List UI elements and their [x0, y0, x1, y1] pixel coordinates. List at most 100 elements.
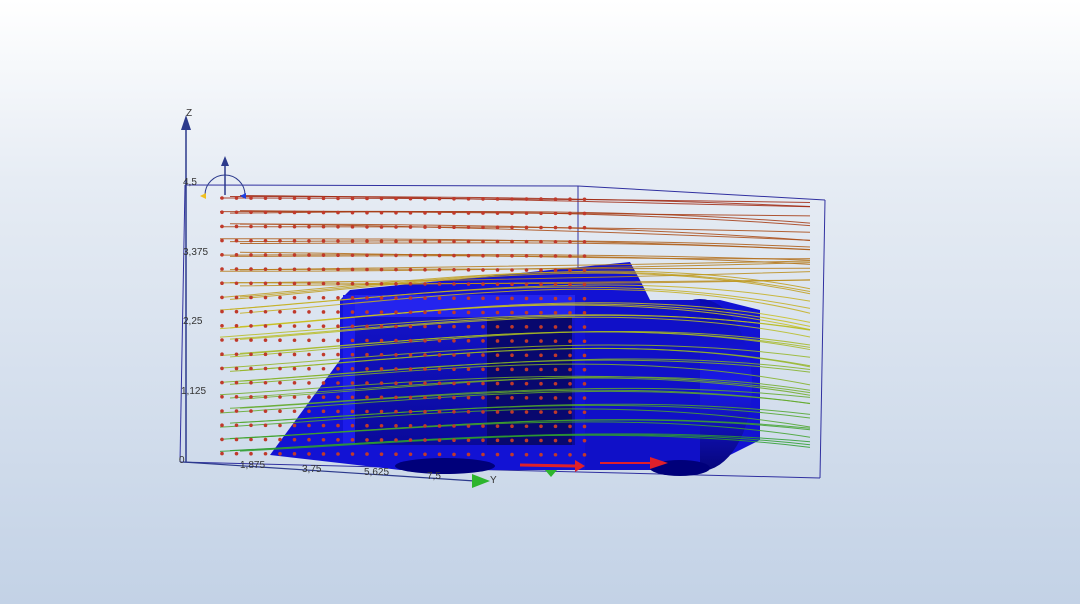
seed-point: [220, 295, 224, 300]
seed-point: [495, 452, 500, 457]
seed-point: [408, 452, 413, 457]
seed-point: [553, 438, 558, 443]
seed-point: [321, 253, 326, 257]
seed-point: [495, 310, 500, 315]
seed-point: [452, 225, 456, 229]
seed-point: [249, 238, 253, 243]
seed-point: [263, 210, 268, 215]
seed-point: [452, 438, 456, 443]
seed-point: [350, 267, 355, 272]
seed-point: [292, 409, 297, 414]
seed-point: [495, 424, 500, 428]
seed-point: [408, 267, 413, 272]
seed-point: [379, 352, 384, 357]
z-axis-label: Z: [186, 108, 192, 119]
seed-point: [568, 424, 572, 429]
seed-point: [321, 423, 326, 428]
rotation-gizmo[interactable]: [200, 156, 246, 199]
seed-point: [408, 395, 413, 400]
seed-point: [481, 367, 485, 372]
seed-point: [307, 381, 311, 385]
seed-point: [321, 381, 326, 385]
seed-point: [539, 197, 543, 201]
seed-point: [321, 224, 326, 229]
seed-point: [539, 438, 543, 443]
seed-point: [263, 423, 268, 428]
seed-point: [481, 324, 485, 329]
seed-point: [365, 196, 369, 201]
seed-point: [568, 240, 572, 244]
seed-point: [437, 395, 442, 400]
seed-point: [452, 253, 456, 258]
seed-point: [437, 310, 442, 315]
seed-point: [234, 366, 239, 371]
seed-point: [220, 395, 224, 399]
seed-point: [452, 395, 456, 400]
seed-point: [249, 352, 253, 357]
seed-point: [510, 211, 514, 215]
seed-point: [278, 295, 282, 300]
seed-point: [524, 211, 529, 216]
seed-point: [220, 423, 224, 428]
seed-point: [539, 282, 543, 287]
seed-point: [423, 452, 427, 457]
seed-point: [481, 239, 485, 244]
seed-point: [452, 282, 456, 286]
seed-point: [263, 196, 268, 200]
seed-point: [510, 381, 514, 386]
seed-point: [307, 295, 311, 300]
seed-point: [466, 253, 471, 258]
seed-point: [350, 239, 355, 243]
seed-point: [452, 211, 456, 215]
seed-point: [365, 367, 369, 371]
seed-point: [292, 253, 297, 257]
seed-point: [336, 395, 340, 400]
seed-point: [336, 225, 340, 229]
seed-point: [336, 296, 340, 300]
seed-point: [408, 353, 413, 357]
seed-point: [582, 339, 587, 344]
seed-point: [234, 309, 239, 314]
seed-point: [321, 324, 326, 328]
seed-point: [249, 295, 253, 300]
seed-point: [423, 381, 427, 386]
seed-point: [568, 211, 572, 216]
seed-point: [249, 281, 253, 286]
seed-point: [466, 296, 471, 301]
seed-point: [365, 210, 369, 215]
seed-point: [379, 281, 384, 286]
seed-point: [524, 452, 529, 457]
seed-point: [481, 296, 485, 301]
seed-point: [249, 196, 253, 200]
seed-point: [263, 267, 268, 271]
seed-point: [249, 224, 253, 229]
seed-point: [568, 325, 572, 329]
seed-point: [278, 338, 282, 343]
seed-point: [437, 324, 442, 329]
seed-point: [394, 367, 398, 371]
seed-point: [394, 424, 398, 428]
seed-point: [394, 296, 398, 300]
seed-point: [234, 253, 239, 257]
seed-point: [307, 437, 311, 442]
seed-point: [278, 437, 282, 442]
seed-point: [350, 225, 355, 229]
seed-point: [582, 382, 587, 386]
seed-point: [394, 310, 398, 315]
seed-point: [466, 211, 471, 215]
seed-point: [452, 296, 456, 301]
seed-point: [568, 254, 572, 258]
seed-point: [495, 239, 500, 244]
seed-point: [278, 395, 282, 399]
seed-point: [423, 239, 427, 244]
seed-point: [350, 296, 355, 300]
seed-point: [539, 225, 543, 230]
seed-point: [582, 296, 587, 301]
seed-point: [336, 253, 340, 257]
seed-point: [350, 210, 355, 215]
seed-point: [365, 409, 369, 414]
seed-point: [263, 409, 268, 413]
3d-viewport[interactable]: Z 4,5 3,375 2,25 1,125 0 Y 1,875 3,75 5,…: [0, 0, 1080, 604]
seed-point: [510, 225, 514, 230]
seed-point: [408, 381, 413, 386]
